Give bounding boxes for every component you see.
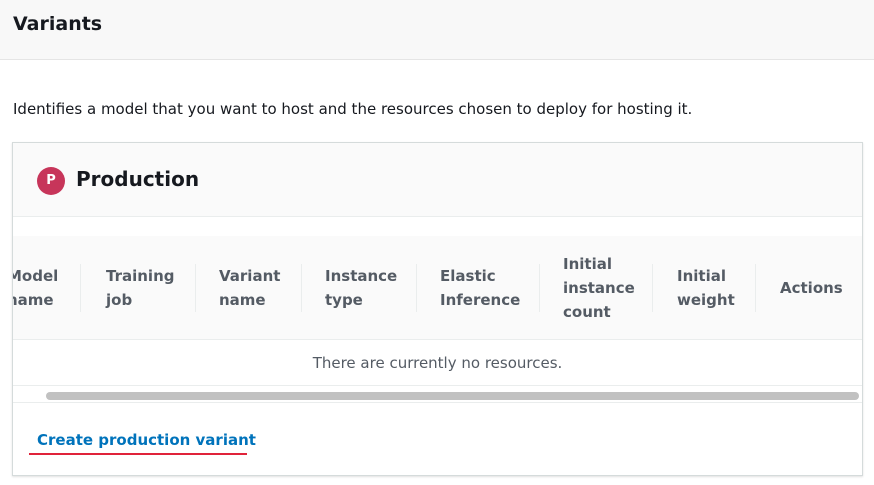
- variants-header: Variants: [0, 0, 874, 60]
- column-header-training-job[interactable]: Training job: [106, 236, 174, 339]
- column-header-instance-type[interactable]: Instance type: [325, 236, 397, 339]
- column-header-initial-instance-count[interactable]: Initial instance count: [563, 236, 635, 339]
- column-divider: [301, 264, 302, 312]
- column-divider: [755, 264, 756, 312]
- empty-table-message: There are currently no resources.: [13, 340, 862, 386]
- column-divider: [539, 264, 540, 312]
- variants-table-header: Model name Training job Variant name Ins…: [13, 236, 862, 340]
- production-panel-header: P Production: [13, 143, 862, 217]
- column-header-model-name[interactable]: Model name: [13, 236, 58, 339]
- column-header-variant-name[interactable]: Variant name: [219, 236, 280, 339]
- column-divider: [195, 264, 196, 312]
- section-title: Variants: [13, 13, 103, 35]
- column-header-elastic-inference[interactable]: Elastic Inference: [440, 236, 520, 339]
- create-production-variant-link[interactable]: Create production variant: [37, 431, 256, 449]
- production-panel: P Production Model name Training job Var…: [12, 142, 863, 476]
- section-description: Identifies a model that you want to host…: [13, 100, 693, 118]
- column-divider: [652, 264, 653, 312]
- production-badge-icon: P: [37, 167, 65, 195]
- column-header-actions: Actions: [780, 279, 843, 297]
- column-divider: [80, 264, 81, 312]
- panel-divider: [13, 402, 862, 403]
- link-highlight-underline: [29, 453, 247, 455]
- production-title: Production: [76, 167, 200, 191]
- column-divider: [416, 264, 417, 312]
- column-header-initial-weight[interactable]: Initial weight: [677, 236, 735, 339]
- scrollbar-thumb[interactable]: [46, 392, 859, 400]
- horizontal-scrollbar[interactable]: [13, 388, 862, 402]
